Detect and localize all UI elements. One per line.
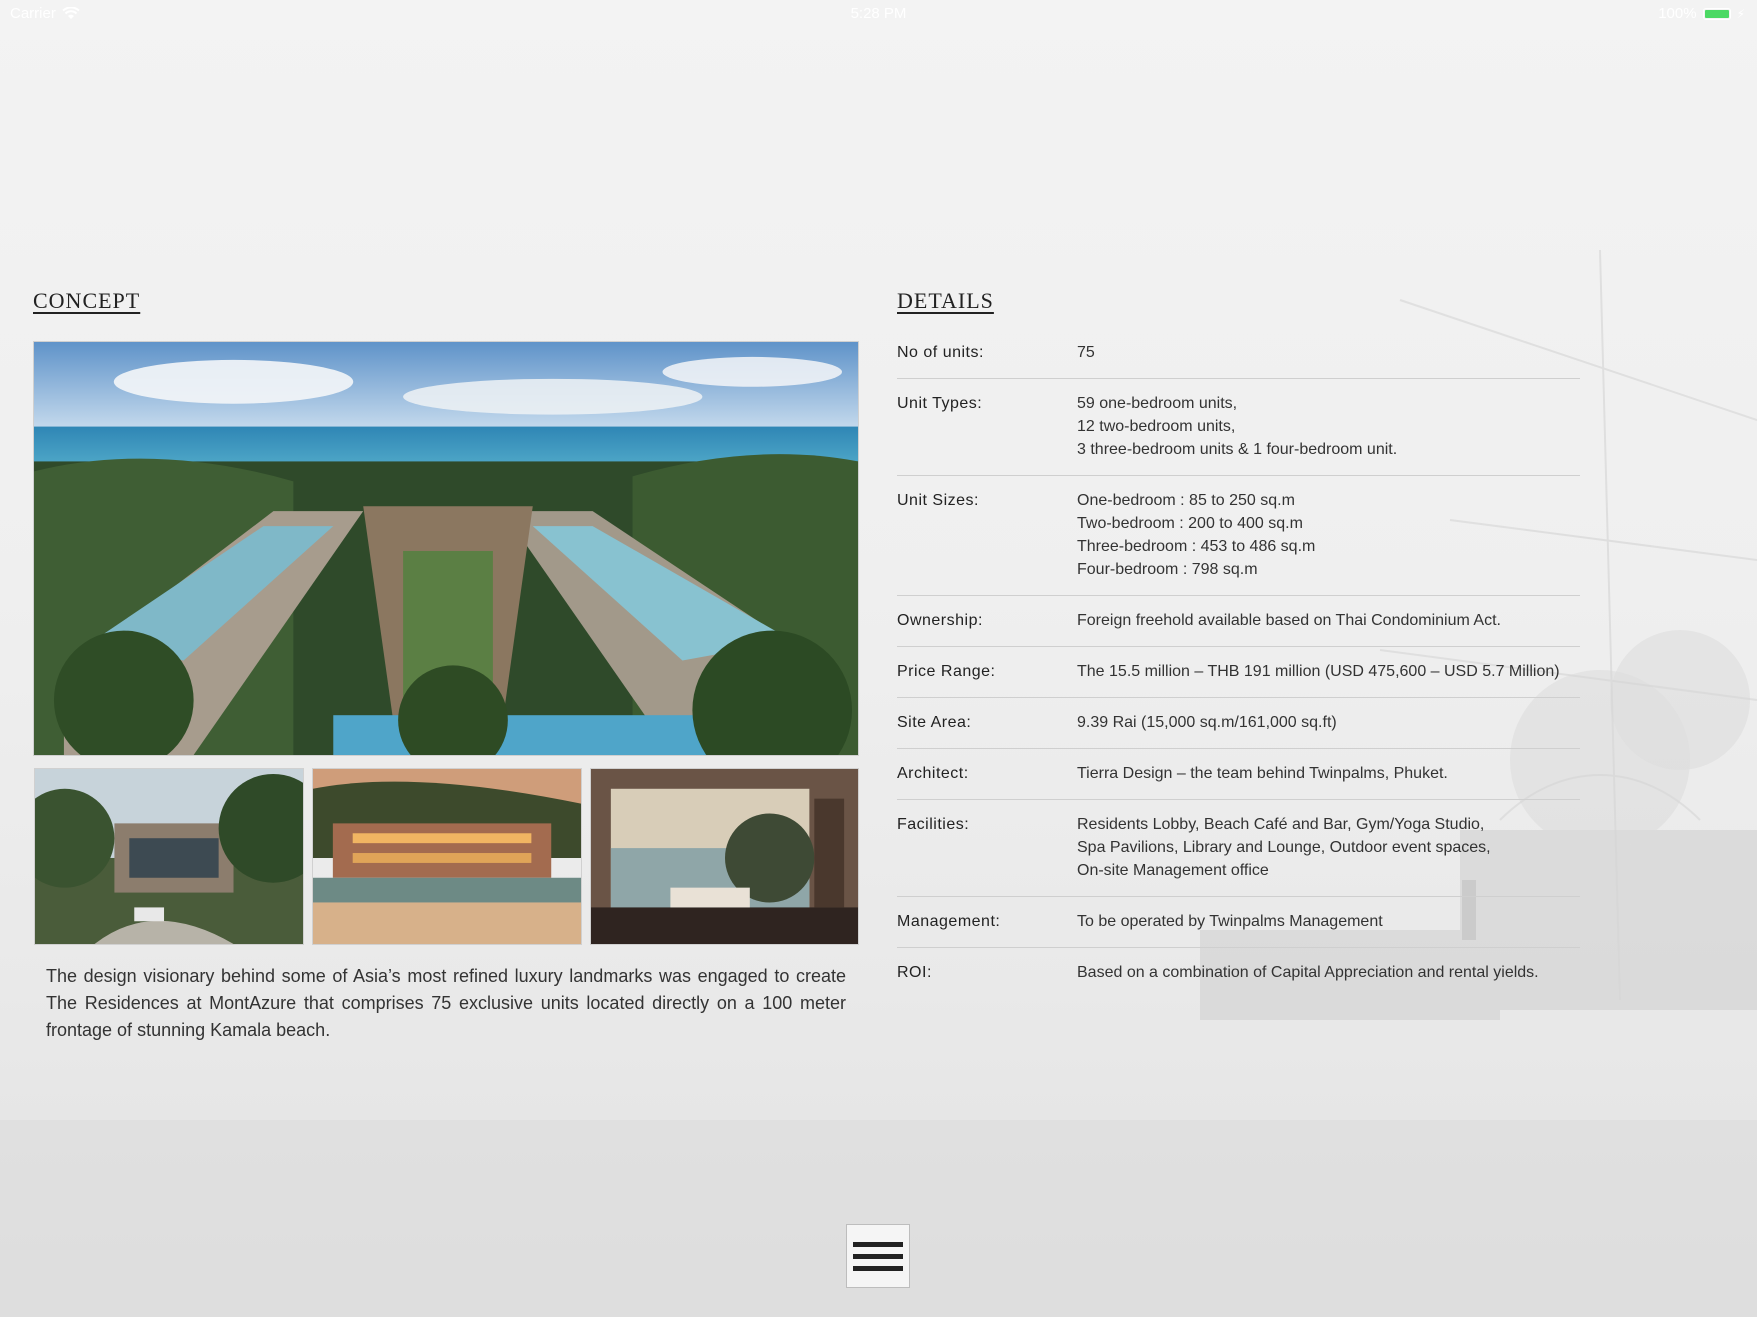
detail-value-line: 59 one-bedroom units, [1077,395,1238,412]
detail-label: Price Range: [897,663,996,680]
detail-value-line: 3 three-bedroom units & 1 four-bedroom u… [1077,441,1398,458]
detail-label: Facilities: [897,816,970,833]
detail-value: One-bedroom : 85 to 250 sq.m Two-bedroom … [1077,489,1315,581]
detail-row: Facilities: Residents Lobby, Beach Café a… [897,800,1580,897]
detail-value: Residents Lobby, Beach Café and Bar, Gym… [1077,813,1491,882]
detail-label: Unit Sizes: [897,492,979,509]
detail-value-line: Spa Pavilions, Library and Lounge, Outdo… [1077,839,1491,856]
hero-photo [33,341,859,756]
detail-label: No of units: [897,344,984,361]
detail-row: Site Area: 9.39 Rai (15,000 sq.m/161,000 … [897,698,1580,749]
detail-value: The 15.5 million – THB 191 million (USD … [1077,660,1560,683]
detail-label: Architect: [897,765,969,782]
status-time: 5:28 PM [850,5,907,22]
detail-value-line: Residents Lobby, Beach Café and Bar, Gym… [1077,816,1485,833]
detail-value: 9.39 Rai (15,000 sq.m/161,000 sq.ft) [1077,711,1337,734]
detail-value-line: To be operated by Twinpalms Management [1077,913,1383,930]
detail-value-line: 9.39 Rai (15,000 sq.m/161,000 sq.ft) [1077,714,1337,731]
detail-row: Price Range: The 15.5 million – THB 191 m… [897,647,1580,698]
battery-icon [1702,7,1731,20]
detail-row: Architect: Tierra Design – the team behin… [897,749,1580,800]
detail-value-line: The 15.5 million – THB 191 million (USD … [1077,663,1560,680]
detail-value-line: Four-bedroom : 798 sq.m [1077,561,1258,578]
status-right: 100% ⚡ [1658,5,1745,22]
hamburger-menu-icon-bar [853,1253,903,1259]
battery-fill [1704,9,1729,18]
detail-value-line: Tierra Design – the team behind Twinpalm… [1077,765,1448,782]
beachfront-photo [312,768,582,945]
detail-value: To be operated by Twinpalms Management [1077,910,1383,933]
detail-value: Based on a combination of Capital Apprec… [1077,961,1539,984]
detail-row: No of units: 75 [897,328,1580,379]
detail-value: 59 one-bedroom units, 12 two-bedroom unit… [1077,392,1397,461]
menu-button[interactable] [846,1224,910,1288]
concept-description: The design visionary behind some of Asia… [46,966,846,1040]
charging-bolt-icon: ⚡ [1736,6,1745,21]
detail-value: Foreign freehold available based on Thai… [1077,609,1501,632]
detail-row: Unit Sizes: One-bedroom : 85 to 250 sq.m T… [897,476,1580,596]
villa-exterior-photo [34,768,304,945]
details-heading: DETAILS [897,288,994,313]
detail-value-line: Three-bedroom : 453 to 486 sq.m [1077,538,1316,555]
detail-value-line: On-site Management office [1077,862,1269,879]
detail-label: Site Area: [897,714,972,731]
detail-label: Unit Types: [897,395,983,412]
hamburger-menu-icon-bar [853,1241,903,1247]
details-table: No of units: 75 Unit Types: 59 one-bedroom … [897,328,1580,998]
detail-label: Ownership: [897,612,983,629]
detail-value-line: 75 [1077,344,1095,361]
detail-value-line: Two-bedroom : 200 to 400 sq.m [1077,515,1303,532]
detail-row: Ownership: Foreign freehold available bas… [897,596,1580,647]
hamburger-menu-icon-bar [853,1265,903,1271]
detail-label: Management: [897,913,1001,930]
detail-value: 75 [1077,341,1095,364]
detail-label: ROI: [897,964,932,981]
detail-value-line: Based on a combination of Capital Apprec… [1077,964,1539,981]
detail-row: Unit Types: 59 one-bedroom units, 12 two-b… [897,379,1580,476]
detail-value: Tierra Design – the team behind Twinpalm… [1077,762,1448,785]
detail-value-line: Foreign freehold available based on Thai… [1077,612,1501,629]
detail-row: ROI: Based on a combination of Capital Ap… [897,948,1580,998]
status-bar: Carrier 5:28 PM 100% ⚡ [0,0,1757,28]
detail-row: Management: To be operated by Twinpalms M… [897,897,1580,948]
concept-heading: CONCEPT [33,288,141,313]
detail-value-line: One-bedroom : 85 to 250 sq.m [1077,492,1295,509]
interior-view-photo [590,768,859,945]
detail-value-line: 12 two-bedroom units, [1077,418,1236,435]
battery-percent: 100% [1658,5,1697,22]
